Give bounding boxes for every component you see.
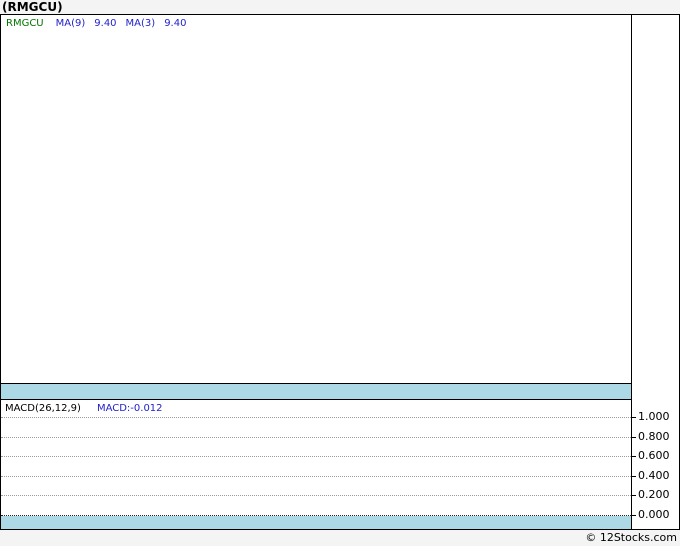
copyright-link[interactable]: © 12Stocks.com: [585, 531, 677, 544]
axis-tick-mark: [632, 515, 636, 516]
price-chart-panel: RMGCU MA(9) 9.40 MA(3) 9.40: [1, 15, 631, 383]
macd-params-label: MACD(26,12,9): [5, 403, 81, 414]
axis-tick-label: 1.000: [638, 410, 670, 423]
ticker-symbol-label: RMGCU: [6, 18, 44, 29]
gridline-1-000: [1, 417, 631, 418]
axis-tick-mark: [632, 476, 636, 477]
axis-tick-label: 0.000: [638, 508, 670, 521]
chart-frame: RMGCU MA(9) 9.40 MA(3) 9.40 MACD(26,12,9) MAC…: [0, 14, 680, 530]
axis-tick-mark: [632, 417, 636, 418]
right-axis-gutter: 1.000 0.800 0.600 0.400 0.200 0.000: [631, 15, 679, 529]
stock-chart-page: { "page": { "title": "(RMGCU)", "copyrig…: [0, 0, 680, 546]
gridline-0-600: [1, 456, 631, 457]
macd-value-label: MACD:-0.012: [96, 403, 163, 414]
macd-bottom-band: [1, 516, 631, 529]
axis-tick-mark: [632, 456, 636, 457]
price-chart-legend: RMGCU MA(9) 9.40 MA(3) 9.40: [6, 18, 195, 29]
gridline-0-800: [1, 437, 631, 438]
ma3-value: 9.40: [164, 18, 187, 29]
axis-tick-mark: [632, 495, 636, 496]
axis-tick-label: 0.400: [638, 469, 670, 482]
panel-separator-band: [1, 383, 631, 400]
gridline-0-200: [1, 495, 631, 496]
macd-chart-panel: MACD(26,12,9) MACD:-0.012: [1, 400, 631, 529]
gridline-0-400: [1, 476, 631, 477]
axis-tick-mark: [632, 437, 636, 438]
macd-legend: MACD(26,12,9) MACD:-0.012: [5, 403, 163, 414]
axis-tick-label: 0.200: [638, 488, 670, 501]
axis-tick-label: 0.800: [638, 430, 670, 443]
ma9-label: MA(9): [55, 18, 86, 29]
axis-tick-label: 0.600: [638, 449, 670, 462]
ma3-label: MA(3): [125, 18, 156, 29]
page-title: (RMGCU): [2, 0, 63, 14]
ma9-value: 9.40: [94, 18, 117, 29]
